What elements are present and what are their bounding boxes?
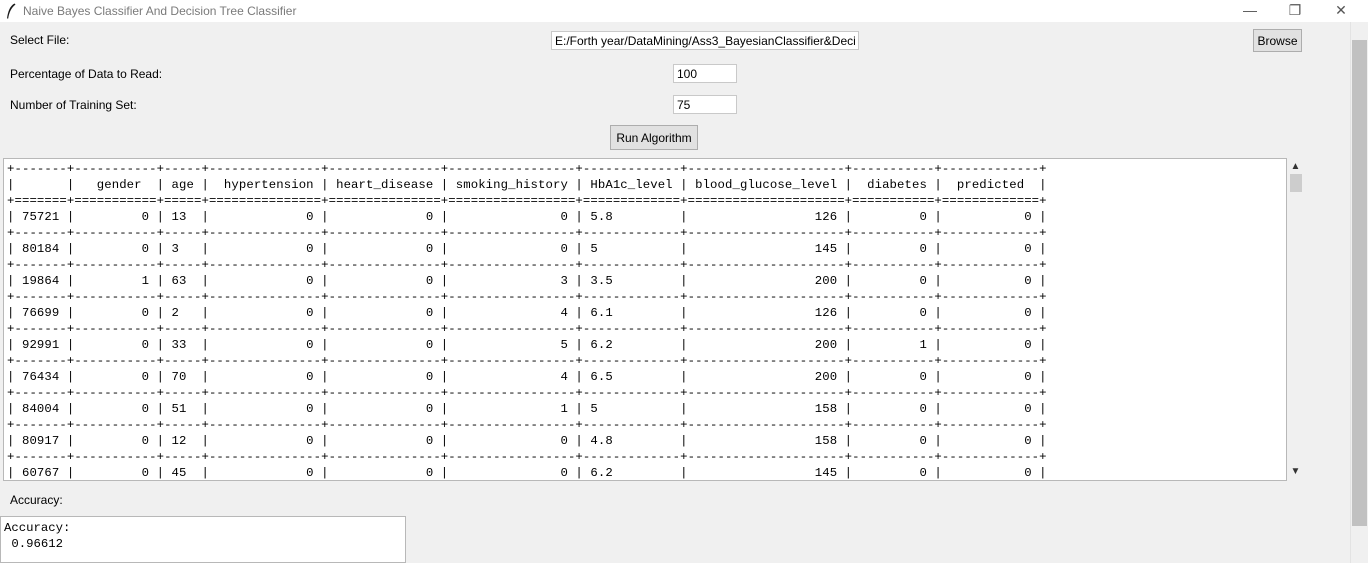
scroll-up-icon[interactable]: ▲ [1287,159,1304,175]
training-set-input[interactable] [673,95,737,114]
percentage-input[interactable] [673,64,737,83]
accuracy-label: Accuracy: [10,493,63,507]
close-button[interactable]: ✕ [1318,0,1364,22]
window-scrollbar[interactable] [1350,22,1368,563]
select-file-label: Select File: [10,33,70,47]
window-title: Naive Bayes Classifier And Decision Tree… [23,4,297,18]
window-scroll-thumb[interactable] [1352,40,1367,526]
close-icon: ✕ [1335,2,1347,18]
browse-button[interactable]: Browse [1253,29,1302,52]
maximize-button[interactable]: ❐ [1272,0,1318,22]
results-table-text: +-------+-----------+-----+-------------… [7,162,1047,480]
title-bar: Naive Bayes Classifier And Decision Tree… [0,0,1368,22]
accuracy-output[interactable]: Accuracy: 0.96612 [0,516,406,563]
table-scroll-thumb[interactable] [1290,174,1302,192]
file-path-input[interactable] [551,31,859,50]
training-set-label: Number of Training Set: [10,98,137,112]
run-algorithm-button[interactable]: Run Algorithm [610,125,698,150]
scroll-down-icon[interactable]: ▼ [1287,464,1304,480]
minimize-icon: — [1243,2,1257,18]
restore-icon: ❐ [1288,2,1302,18]
table-scrollbar[interactable]: ▲ ▼ [1287,158,1304,481]
feather-icon [7,3,16,19]
percentage-label: Percentage of Data to Read: [10,67,163,81]
minimize-button[interactable]: — [1227,0,1273,22]
results-table[interactable]: +-------+-----------+-----+-------------… [3,158,1287,481]
